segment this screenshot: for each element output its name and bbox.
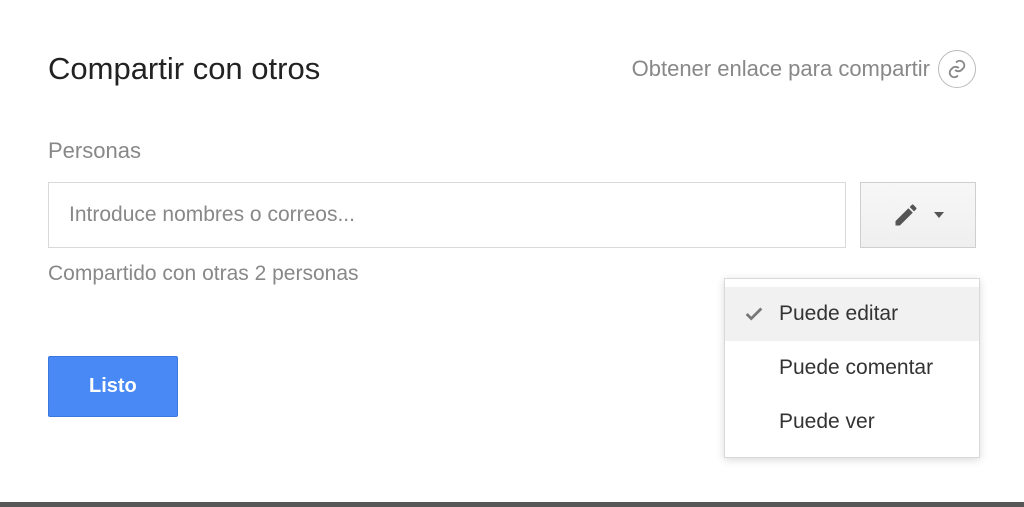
done-button[interactable]: Listo (48, 356, 178, 417)
permission-option-edit[interactable]: Puede editar (725, 287, 979, 341)
people-input-row (48, 182, 976, 248)
get-shareable-link[interactable]: Obtener enlace para compartir (632, 50, 976, 88)
pencil-icon (892, 201, 920, 229)
check-icon (743, 303, 779, 325)
share-dialog: Compartir con otros Obtener enlace para … (0, 0, 1024, 507)
permission-option-view[interactable]: Puede ver (725, 395, 979, 449)
bottom-bar (0, 502, 1024, 507)
people-label: Personas (48, 138, 976, 164)
permission-option-label: Puede comentar (779, 356, 933, 380)
share-link-label: Obtener enlace para compartir (632, 56, 930, 82)
permission-option-comment[interactable]: Puede comentar (725, 341, 979, 395)
people-input[interactable] (48, 182, 846, 248)
link-icon (938, 50, 976, 88)
permission-dropdown-menu: Puede editar Puede comentar Puede ver (724, 278, 980, 458)
permission-option-label: Puede ver (779, 410, 875, 434)
dialog-header: Compartir con otros Obtener enlace para … (48, 50, 976, 88)
permission-dropdown-button[interactable] (860, 182, 976, 248)
chevron-down-icon (934, 212, 944, 218)
permission-option-label: Puede editar (779, 302, 898, 326)
dialog-title: Compartir con otros (48, 51, 320, 87)
